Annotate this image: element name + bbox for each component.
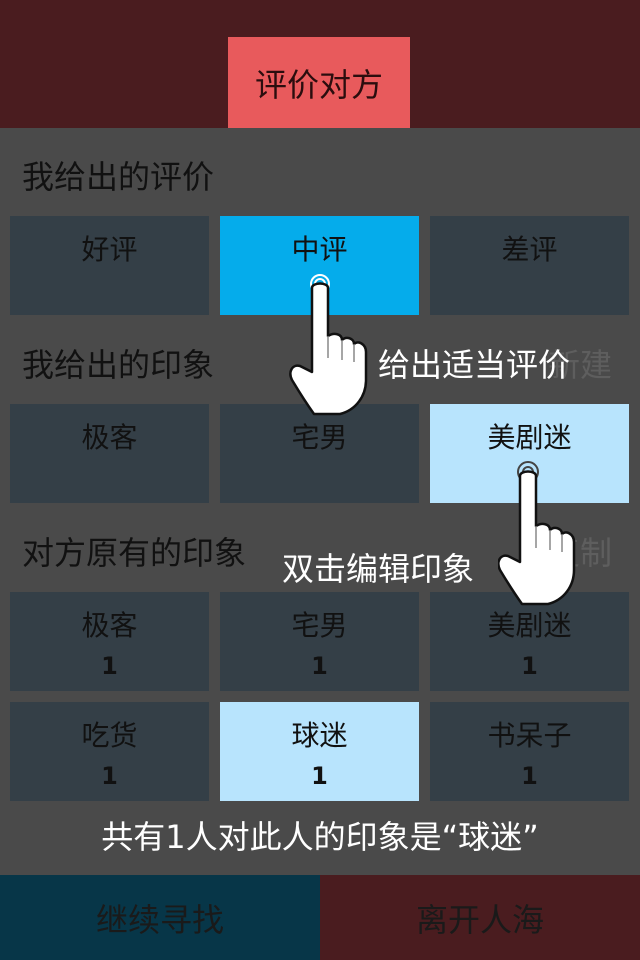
rating-good-button[interactable]: 好评 — [10, 216, 209, 315]
rating-bad-button[interactable]: 差评 — [430, 216, 629, 315]
continue-search-button[interactable]: 继续寻找 — [0, 875, 320, 960]
tag-label: 宅男 — [291, 609, 348, 642]
tag-label: 球迷 — [291, 719, 348, 752]
tag-label: 极客 — [81, 421, 138, 454]
tag-count: 1 — [311, 652, 328, 680]
tag-count: 1 — [101, 652, 118, 680]
rating-good-label: 好评 — [81, 233, 138, 266]
hint-summary-text: 共有1人对此人的印象是“球迷” — [101, 818, 539, 856]
my-impression-tag[interactable]: 宅男 — [220, 404, 419, 503]
tag-count: 1 — [521, 762, 538, 790]
tag-label: 吃货 — [81, 719, 138, 752]
double-tap-hand-icon — [498, 461, 576, 606]
hint-rate-text: 给出适当评价 — [378, 346, 571, 384]
their-impressions-label: 对方原有的印象 — [22, 534, 247, 572]
page-title: 评价对方 — [228, 37, 410, 128]
tag-label: 书呆子 — [487, 719, 572, 752]
tag-count: 1 — [311, 762, 328, 790]
tag-label: 宅男 — [291, 421, 348, 454]
leave-button[interactable]: 离开人海 — [320, 875, 640, 960]
my-rating-label: 我给出的评价 — [22, 158, 215, 196]
their-impression-tile-selected[interactable]: 球迷 1 — [220, 702, 419, 801]
rating-bad-label: 差评 — [501, 233, 558, 266]
their-impression-tile[interactable]: 宅男 1 — [220, 592, 419, 691]
hint-edit-text: 双击编辑印象 — [282, 550, 475, 588]
their-impression-tile[interactable]: 书呆子 1 — [430, 702, 629, 801]
their-impression-tile[interactable]: 极客 1 — [10, 592, 209, 691]
tag-count: 1 — [521, 652, 538, 680]
my-impression-tag[interactable]: 极客 — [10, 404, 209, 503]
their-impression-tile[interactable]: 吃货 1 — [10, 702, 209, 801]
my-impressions-label: 我给出的印象 — [22, 346, 215, 384]
tap-hand-icon — [289, 274, 368, 416]
tag-count: 1 — [101, 762, 118, 790]
tag-label: 美剧迷 — [487, 609, 572, 642]
tag-label: 极客 — [81, 609, 138, 642]
